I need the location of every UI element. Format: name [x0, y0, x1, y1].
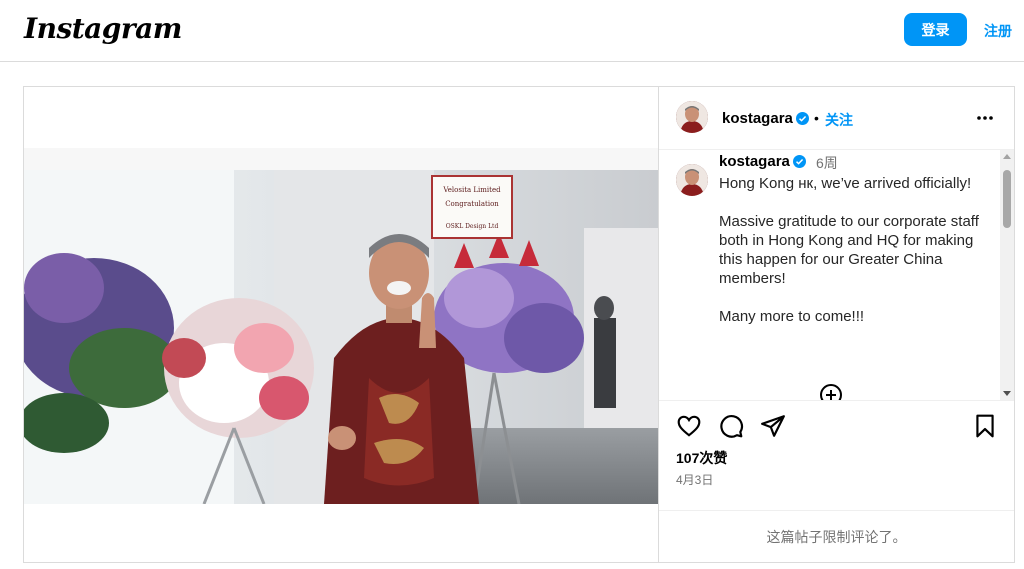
follow-button[interactable]: 关注 [825, 110, 853, 130]
comments-scrollbar[interactable] [1000, 150, 1014, 400]
comment-icon[interactable] [718, 413, 744, 439]
comments-section[interactable]: kostagara 6周 Hong Kong нк, we’ve arrived… [659, 150, 1014, 400]
post-author-username[interactable]: kostagara [722, 110, 793, 127]
scroll-up-arrow[interactable] [1003, 154, 1011, 159]
share-icon[interactable] [760, 413, 786, 439]
post-media: Velosita Limited Congratulation OSKL Des… [24, 87, 659, 562]
likes-count[interactable]: 107次赞 [676, 448, 727, 468]
login-button[interactable]: 登录 [904, 13, 967, 46]
post-date[interactable]: 4月3日 [676, 471, 713, 488]
caption-time-ago[interactable]: 6周 [816, 153, 838, 173]
verified-badge-icon [793, 155, 806, 168]
add-circle-icon[interactable] [819, 383, 843, 400]
post-actions: 107次赞 4月3日 [659, 400, 1014, 511]
bookmark-icon[interactable] [972, 413, 998, 439]
post-card: Velosita Limited Congratulation OSKL Des… [23, 86, 1015, 563]
verified-badge-icon [796, 112, 809, 125]
photo-sign-line3: OSKL Design Ltd [446, 223, 499, 230]
post-photo[interactable]: Velosita Limited Congratulation OSKL Des… [24, 148, 658, 504]
post-side-panel: kostagara • 关注 kostagara 6周 Hong Kong нк… [659, 87, 1014, 562]
heart-icon[interactable] [676, 413, 702, 439]
photo-illustration: Velosita Limited Congratulation OSKL Des… [24, 148, 658, 504]
signup-link[interactable]: 注册 [984, 21, 1012, 41]
instagram-logo[interactable]: Instagram [24, 12, 182, 45]
separator-dot: • [814, 110, 819, 126]
post-caption: Hong Kong нк, we’ve arrived officially! … [719, 175, 979, 325]
avatar[interactable] [676, 101, 708, 133]
photo-sign-line2: Congratulation [445, 200, 499, 208]
caption-username[interactable]: kostagara [719, 153, 790, 170]
scroll-thumb[interactable] [1003, 170, 1011, 228]
photo-sign-line1: Velosita Limited [442, 186, 501, 194]
post-header: kostagara • 关注 [659, 87, 1014, 150]
top-bar: Instagram 登录 注册 [0, 0, 1024, 62]
comments-limited-notice: 这篇帖子限制评论了。 [659, 510, 1014, 563]
caption-avatar[interactable] [676, 164, 708, 196]
more-horizontal-icon[interactable] [975, 112, 995, 124]
scroll-down-arrow[interactable] [1003, 391, 1011, 396]
